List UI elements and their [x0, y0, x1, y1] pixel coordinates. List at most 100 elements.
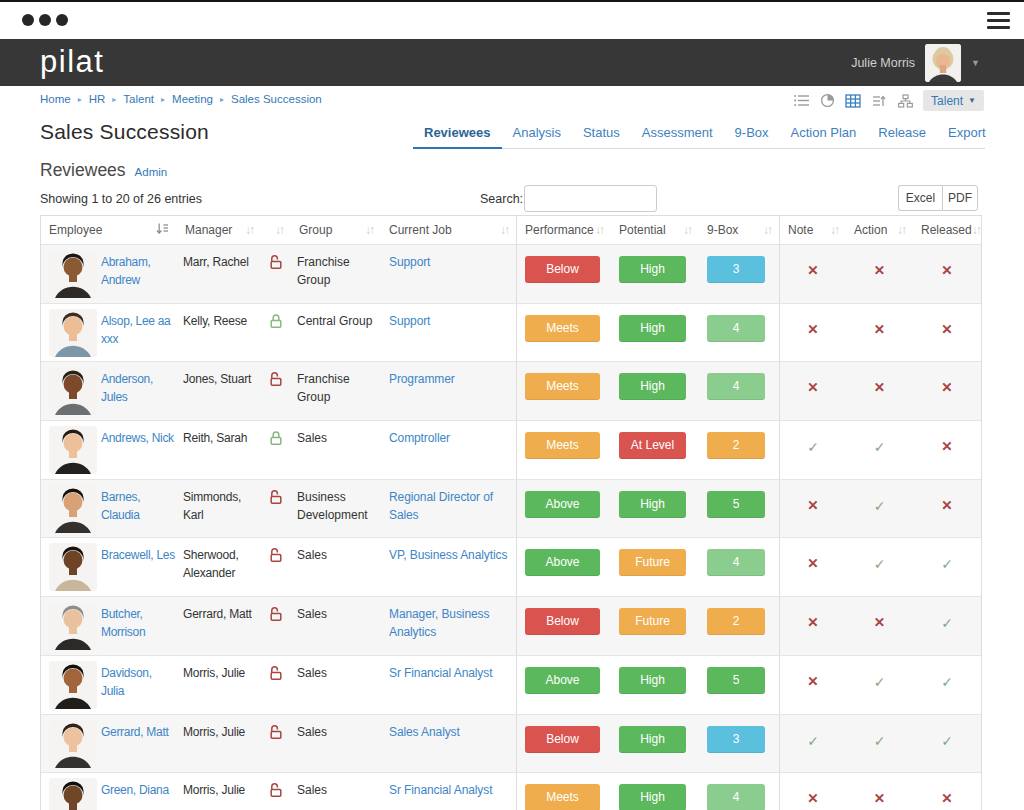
tab-export[interactable]: Export — [937, 119, 997, 149]
breadcrumb-item[interactable]: Sales Succession — [231, 93, 322, 105]
performance-badge[interactable]: Above — [525, 667, 600, 694]
current-job-link[interactable]: VP, Business Analytics — [389, 548, 507, 562]
tab-9-box[interactable]: 9-Box — [724, 119, 780, 149]
current-job-link[interactable]: Support — [389, 255, 430, 269]
search-input[interactable] — [524, 185, 657, 212]
pie-chart-icon[interactable] — [819, 93, 835, 109]
column-header-emp[interactable]: Employee — [41, 216, 177, 244]
potential-badge[interactable]: High — [619, 491, 686, 518]
tab-assessment[interactable]: Assessment — [631, 119, 724, 149]
tab-reviewees[interactable]: Reviewees — [413, 119, 502, 149]
performance-badge[interactable]: Below — [525, 608, 600, 635]
potential-badge[interactable]: High — [619, 726, 686, 753]
grid-view-icon[interactable] — [845, 93, 861, 109]
action-cell: ✓ — [846, 421, 913, 479]
current-job-link[interactable]: Sr Financial Analyst — [389, 666, 492, 680]
check-icon: ✓ — [874, 498, 886, 514]
current-job-link[interactable]: Support — [389, 314, 430, 328]
employee-name-link[interactable]: Bracewell, Les — [101, 546, 175, 596]
potential-badge[interactable]: High — [619, 667, 686, 694]
ninebox-badge[interactable]: 5 — [707, 491, 765, 518]
perf-cell: Below — [516, 597, 611, 655]
potential-badge[interactable]: High — [619, 256, 686, 283]
column-header-act[interactable]: Action↓↑ — [846, 216, 913, 244]
current-job-link[interactable]: Sr Financial Analyst — [389, 783, 492, 797]
employee-photo — [49, 309, 97, 357]
column-header-mgr[interactable]: Manager↓↑ — [177, 216, 261, 244]
performance-badge[interactable]: Below — [525, 256, 600, 283]
performance-badge[interactable]: Meets — [525, 315, 600, 342]
employee-name-link[interactable]: Butcher, Morrison — [101, 605, 175, 655]
employee-photo — [49, 720, 97, 768]
column-header-box[interactable]: 9-Box↓↑ — [699, 216, 779, 244]
potential-badge[interactable]: At Level — [619, 432, 686, 459]
breadcrumb-item[interactable]: HR — [89, 93, 106, 105]
sort-icon: ↓↑ — [500, 223, 508, 237]
ninebox-badge[interactable]: 3 — [707, 726, 765, 753]
column-header-rel[interactable]: Released↓↑ — [913, 216, 981, 244]
ninebox-badge[interactable]: 4 — [707, 549, 765, 576]
page-title: Sales Succession — [40, 120, 209, 144]
group-cell: Sales — [291, 715, 381, 773]
performance-badge[interactable]: Meets — [525, 373, 600, 400]
current-job-link[interactable]: Manager, Business Analytics — [389, 607, 489, 639]
employee-name-link[interactable]: Andrews, Nick — [101, 429, 174, 479]
employee-name-link[interactable]: Abraham, Andrew — [101, 253, 175, 303]
current-job-link[interactable]: Comptroller — [389, 431, 450, 445]
user-menu[interactable]: Julie Morris ▼ — [851, 39, 980, 86]
list-view-icon[interactable] — [793, 93, 809, 109]
note-cell: ✕ — [779, 773, 846, 810]
column-header-job[interactable]: Current Job↓↑ — [381, 216, 516, 244]
tab-release[interactable]: Release — [867, 119, 937, 149]
pdf-button[interactable]: PDF — [942, 185, 978, 211]
employee-photo — [49, 778, 97, 810]
performance-badge[interactable]: Above — [525, 549, 600, 576]
admin-link[interactable]: Admin — [135, 166, 168, 178]
potential-badge[interactable]: Future — [619, 549, 686, 576]
table-row: Gerrard, MattMorris, JulieSalesSales Ana… — [41, 715, 981, 774]
sort-icon: ↓↑ — [683, 223, 691, 237]
ninebox-badge[interactable]: 2 — [707, 608, 765, 635]
potential-badge[interactable]: High — [619, 373, 686, 400]
window-controls[interactable] — [22, 14, 68, 26]
hamburger-menu-icon[interactable] — [987, 12, 1010, 29]
potential-badge[interactable]: High — [619, 784, 686, 810]
sort-columns-icon[interactable] — [871, 93, 887, 109]
potential-badge[interactable]: Future — [619, 608, 686, 635]
current-job-link[interactable]: Sales Analyst — [389, 725, 460, 739]
column-header-grp[interactable]: Group↓↑ — [291, 216, 381, 244]
tab-status[interactable]: Status — [572, 119, 631, 149]
ninebox-badge[interactable]: 4 — [707, 315, 765, 342]
breadcrumb-item[interactable]: Talent — [123, 93, 154, 105]
ninebox-badge[interactable]: 2 — [707, 432, 765, 459]
performance-badge[interactable]: Above — [525, 491, 600, 518]
employee-name-link[interactable]: Davidson, Julia — [101, 664, 175, 714]
current-job-link[interactable]: Programmer — [389, 372, 455, 386]
column-header-perf[interactable]: Performance↓↑ — [516, 216, 611, 244]
ninebox-badge[interactable]: 3 — [707, 256, 765, 283]
talent-dropdown[interactable]: Talent▼ — [923, 90, 984, 111]
ninebox-badge[interactable]: 4 — [707, 373, 765, 400]
performance-badge[interactable]: Below — [525, 726, 600, 753]
breadcrumb-item[interactable]: Home — [40, 93, 71, 105]
column-header-note[interactable]: Note↓↑ — [779, 216, 846, 244]
employee-name-link[interactable]: Alsop, Lee aa xxx — [101, 312, 175, 362]
potential-badge[interactable]: High — [619, 315, 686, 342]
breadcrumb-item[interactable]: Meeting — [172, 93, 213, 105]
ninebox-badge[interactable]: 5 — [707, 667, 765, 694]
org-chart-icon[interactable] — [897, 93, 913, 109]
ninebox-badge[interactable]: 4 — [707, 784, 765, 810]
excel-button[interactable]: Excel — [898, 185, 942, 211]
employee-name-link[interactable]: Gerrard, Matt — [101, 723, 168, 773]
employee-name-link[interactable]: Green, Diana — [101, 781, 169, 810]
performance-badge[interactable]: Meets — [525, 784, 600, 810]
performance-badge[interactable]: Meets — [525, 432, 600, 459]
tab-action-plan[interactable]: Action Plan — [780, 119, 868, 149]
current-job-link[interactable]: Regional Director of Sales — [389, 490, 493, 522]
tab-analysis[interactable]: Analysis — [502, 119, 572, 149]
column-header-lock[interactable]: ↓↑ — [261, 216, 291, 244]
column-header-pot[interactable]: Potential↓↑ — [611, 216, 699, 244]
employee-name-link[interactable]: Barnes, Claudia — [101, 488, 175, 538]
employee-name-link[interactable]: Anderson, Jules — [101, 370, 175, 420]
pot-cell: High — [611, 480, 699, 538]
